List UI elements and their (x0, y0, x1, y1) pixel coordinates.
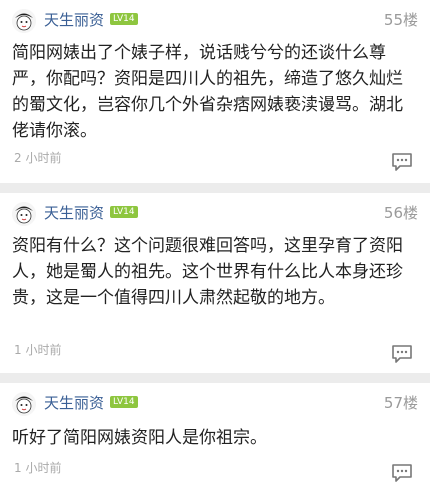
cartoon-face-avatar-icon (12, 202, 36, 226)
post-content: 听好了简阳网婊资阳人是你祖宗。 (12, 428, 267, 448)
user-avatar[interactable] (12, 392, 36, 416)
user-avatar[interactable] (12, 202, 36, 226)
post-item: 天生丽资 LV14 55楼 简阳网婊出了个婊子样，说话贱兮兮的还谈什么尊严，你配… (0, 0, 430, 183)
post-content: 简阳网婊出了个婊子样，说话贱兮兮的还谈什么尊严，你配吗？资阳是四川人的祖先，缔造… (12, 43, 403, 141)
cartoon-face-avatar-icon (12, 9, 36, 33)
post-item: 天生丽资 LV14 56楼 资阳有什么？这个问题很难回答吗，这里孕育了资阳人，她… (0, 193, 430, 373)
reply-button[interactable] (391, 344, 413, 364)
username[interactable]: 天生丽资 (44, 203, 104, 223)
floor-number: 57楼 (383, 394, 418, 412)
cartoon-face-avatar-icon (12, 392, 36, 416)
post-content: 资阳有什么？这个问题很难回答吗，这里孕育了资阳人，她是蜀人的祖先。这个世界有什么… (12, 236, 403, 308)
level-badge: LV14 (110, 206, 138, 218)
level-badge: LV14 (110, 396, 138, 408)
username[interactable]: 天生丽资 (44, 393, 104, 413)
floor-number: 55楼 (383, 11, 418, 29)
comment-bubble-icon (392, 464, 412, 482)
post-time: 1 小时前 (14, 343, 62, 357)
floor-number: 56楼 (383, 204, 418, 222)
post-time: 2 小时前 (14, 151, 62, 165)
username[interactable]: 天生丽资 (44, 10, 104, 30)
level-badge: LV14 (110, 13, 138, 25)
user-avatar[interactable] (12, 9, 36, 33)
reply-button[interactable] (391, 463, 413, 483)
comment-bubble-icon (392, 153, 412, 171)
reply-button[interactable] (391, 152, 413, 172)
post-time: 1 小时前 (14, 461, 62, 475)
comment-bubble-icon (392, 345, 412, 363)
post-item: 天生丽资 LV14 57楼 听好了简阳网婊资阳人是你祖宗。 1 小时前 (0, 383, 430, 500)
